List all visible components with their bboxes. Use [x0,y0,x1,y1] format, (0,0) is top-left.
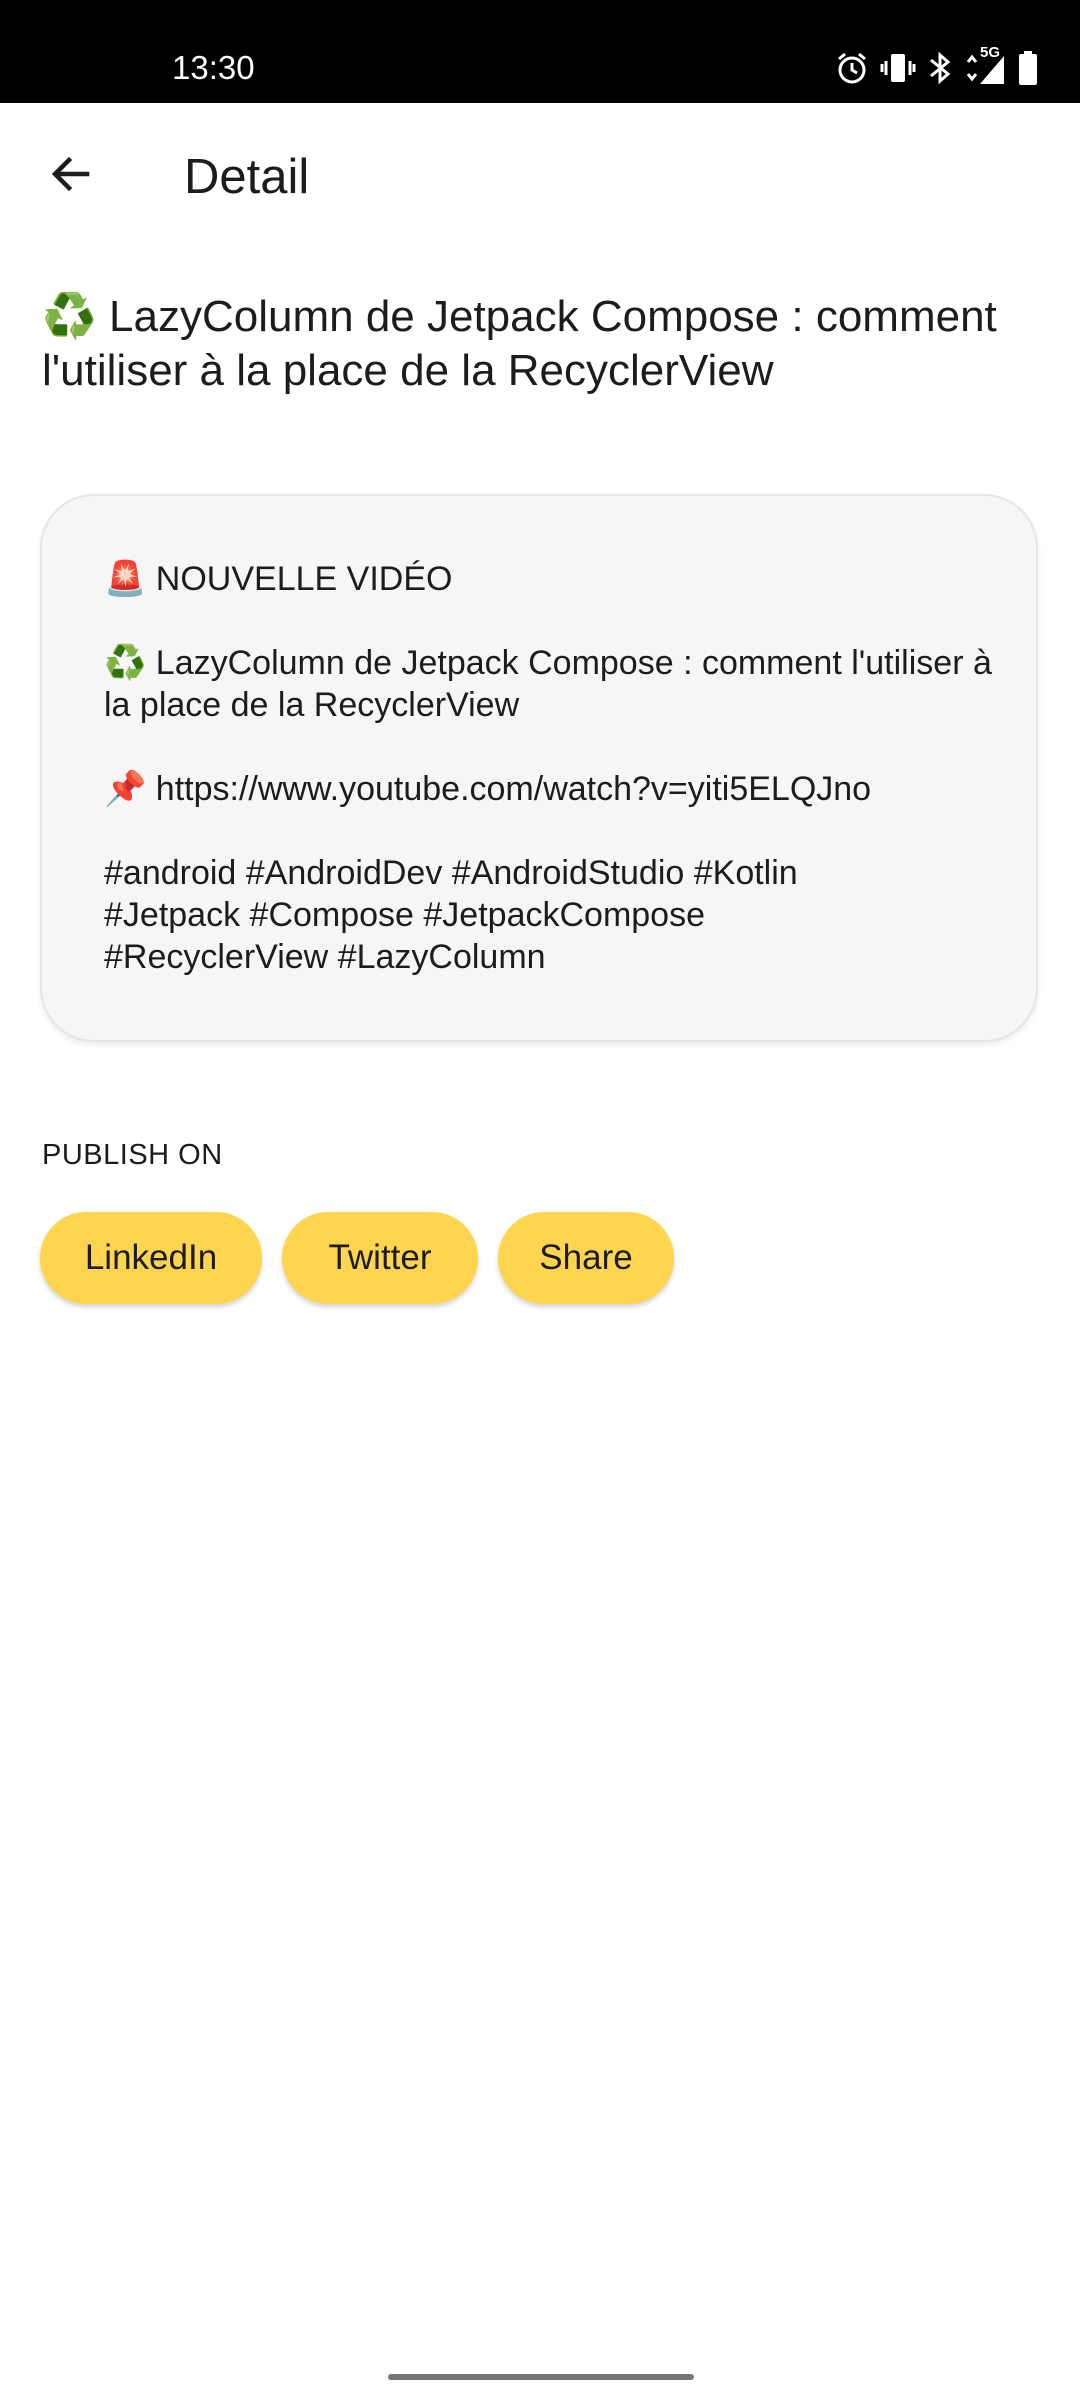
recycle-emoji-icon: ♻️ [104,644,147,682]
battery-icon [1016,50,1040,86]
vibrate-icon [880,50,916,86]
announcement-text: NOUVELLE VIDÉO [155,560,453,598]
status-time: 13:30 [172,49,255,86]
hashtags-line: #Jetpack #Compose #JetpackCompose [104,896,705,934]
status-icons: 5G [834,44,1040,88]
post-content-text: 🚨 NOUVELLE VIDÉO ♻️ LazyColumn de Jetpac… [104,558,1004,978]
arrow-back-icon [47,150,95,203]
post-headline: ♻️ LazyColumn de Jetpack Compose : comme… [42,290,1042,398]
pushpin-emoji-icon: 📌 [104,770,147,808]
title-text: LazyColumn de Jetpack Compose : comment … [104,644,992,724]
video-url: https://www.youtube.com/watch?v=yiti5ELQ… [155,770,872,808]
publish-buttons: LinkedIn Twitter Share [40,1212,674,1304]
post-line-title: ♻️ LazyColumn de Jetpack Compose : comme… [104,642,1004,726]
post-line-announcement: 🚨 NOUVELLE VIDÉO [104,558,1004,600]
back-button[interactable] [34,139,108,213]
twitter-button[interactable]: Twitter [282,1212,478,1304]
post-hashtags: #android #AndroidDev #AndroidStudio #Kot… [104,852,1004,978]
hashtags-line: #android #AndroidDev #AndroidStudio #Kot… [104,854,798,892]
gesture-nav-handle[interactable] [388,2374,694,2380]
headline-text: LazyColumn de Jetpack Compose : comment … [42,292,997,395]
linkedin-button[interactable]: LinkedIn [40,1212,262,1304]
hashtags-line: #RecyclerView #LazyColumn [104,938,546,976]
page-title: Detail [184,150,310,204]
post-content-card: 🚨 NOUVELLE VIDÉO ♻️ LazyColumn de Jetpac… [40,494,1038,1042]
alarm-icon [834,50,870,86]
recycle-emoji-icon: ♻️ [42,292,97,341]
status-bar: 13:30 5G [0,0,1080,103]
siren-emoji-icon: 🚨 [104,560,147,598]
network-label: 5G [980,44,1001,61]
network-5g-icon: 5G [964,44,1006,86]
share-button[interactable]: Share [498,1212,674,1304]
publish-on-label: PUBLISH ON [42,1139,223,1171]
top-app-bar: Detail [0,103,1080,249]
bluetooth-icon [926,50,954,86]
post-line-link: 📌 https://www.youtube.com/watch?v=yiti5E… [104,768,1004,810]
